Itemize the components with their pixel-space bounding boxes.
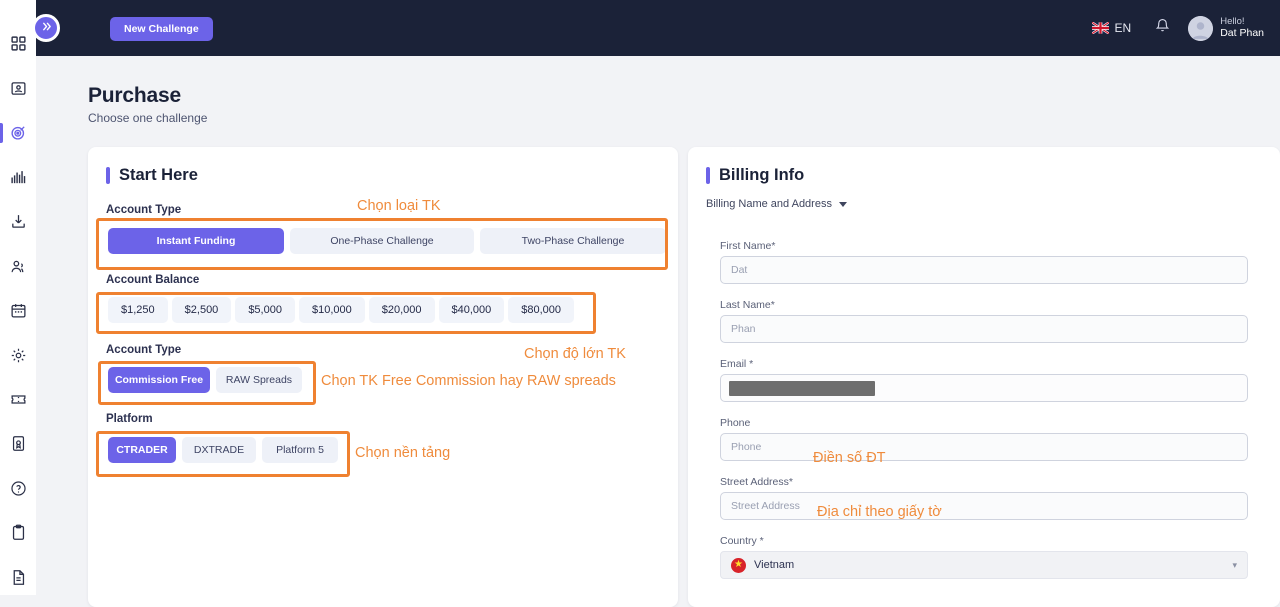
billing-info-title-text: Billing Info: [719, 166, 805, 184]
country-value: Vietnam: [754, 559, 795, 571]
commission-type-group: Commission Free RAW Spreads: [108, 367, 302, 393]
commission-type-label: Account Type: [106, 344, 182, 356]
account-type-label: Account Type: [106, 204, 182, 216]
sidebar-item-challenges[interactable]: [0, 115, 36, 150]
sidebar-rail: [0, 0, 36, 595]
billing-section-dropdown[interactable]: Billing Name and Address: [706, 198, 847, 210]
user-info: Hello! Dat Phan: [1220, 16, 1264, 41]
download-icon: [10, 213, 27, 230]
uk-flag-icon: [1091, 22, 1109, 34]
user-menu[interactable]: Hello! Dat Phan: [1184, 15, 1272, 41]
last-name-label: Last Name*: [720, 299, 775, 311]
top-navigation-bar: New Challenge EN Hello! Dat Phan: [36, 0, 1280, 56]
phone-input[interactable]: Phone: [720, 433, 1248, 461]
user-greeting: Hello!: [1220, 15, 1245, 27]
sidebar-item-account[interactable]: [0, 70, 36, 105]
start-here-card: Start Here Account Type Instant Funding …: [88, 147, 678, 607]
sidebar-item-settings[interactable]: [0, 337, 36, 372]
chevron-right-double-icon: [41, 21, 52, 35]
billing-info-title: Billing Info: [706, 166, 804, 185]
sidebar-item-clipboard[interactable]: [0, 515, 36, 550]
platform-label: Platform: [106, 413, 153, 425]
ticket-icon: [10, 391, 27, 408]
chevron-down-icon: [838, 201, 847, 207]
sidebar-item-certificates[interactable]: [0, 426, 36, 461]
raw-spreads-option[interactable]: RAW Spreads: [216, 367, 302, 393]
sidebar-item-dashboard[interactable]: [0, 26, 36, 61]
balance-option-1250[interactable]: $1,250: [108, 297, 168, 323]
new-challenge-button[interactable]: New Challenge: [110, 17, 213, 41]
billing-section-label: Billing Name and Address: [706, 198, 832, 210]
certificate-icon: [10, 435, 27, 452]
sidebar-item-statistics[interactable]: [0, 159, 36, 194]
email-input[interactable]: [720, 374, 1248, 402]
account-balance-group: $1,250 $2,500 $5,000 $10,000 $20,000 $40…: [108, 297, 575, 323]
balance-option-5000[interactable]: $5,000: [235, 297, 295, 323]
language-switcher[interactable]: EN: [1082, 21, 1142, 35]
document-icon: [10, 569, 27, 586]
page-header: Purchase Choose one challenge: [88, 84, 207, 125]
street-address-label: Street Address*: [720, 476, 793, 488]
sidebar-item-affiliates[interactable]: [0, 248, 36, 283]
bell-icon: [1155, 18, 1170, 38]
question-circle-icon: [10, 480, 27, 497]
platform-ctrader[interactable]: CTRADER: [108, 437, 176, 463]
title-accent-bar: [106, 167, 110, 184]
avatar: [1188, 15, 1214, 41]
account-balance-label: Account Balance: [106, 274, 200, 286]
sidebar-item-withdraw[interactable]: [0, 204, 36, 239]
balance-option-10000[interactable]: $10,000: [298, 297, 365, 323]
target-icon: [10, 124, 27, 141]
sidebar-item-coupons[interactable]: [0, 382, 36, 417]
balance-option-20000[interactable]: $20,000: [368, 297, 435, 323]
platform-dxtrade[interactable]: DXTRADE: [182, 437, 256, 463]
phone-label: Phone: [720, 417, 751, 429]
calendar-icon: [10, 302, 27, 319]
sidebar-item-calendar[interactable]: [0, 293, 36, 328]
id-card-icon: [10, 80, 27, 97]
billing-info-card: Billing Info Billing Name and Address Fi…: [688, 147, 1280, 607]
commission-free-option[interactable]: Commission Free: [108, 367, 210, 393]
page-title: Purchase: [88, 84, 181, 107]
nav-right-cluster: EN Hello! Dat Phan: [1082, 0, 1272, 56]
title-accent-bar: [706, 167, 710, 184]
account-type-one-phase[interactable]: One-Phase Challenge: [290, 228, 474, 254]
platform-group: CTRADER DXTRADE Platform 5: [108, 437, 338, 463]
grid-icon: [10, 35, 27, 52]
page-subtitle: Choose one challenge: [88, 111, 208, 125]
balance-option-80000[interactable]: $80,000: [508, 297, 575, 323]
sidebar-item-documents[interactable]: [0, 560, 36, 595]
start-here-title-text: Start Here: [119, 166, 198, 184]
select-stepper-icon: ▾: [1232, 559, 1237, 570]
language-label: EN: [1114, 21, 1132, 35]
first-name-input[interactable]: Dat: [720, 256, 1248, 284]
sidebar-collapse-toggle[interactable]: [32, 14, 60, 42]
bar-chart-icon: [10, 169, 27, 186]
first-name-label: First Name*: [720, 240, 776, 252]
balance-option-2500[interactable]: $2,500: [171, 297, 232, 323]
user-name: Dat Phan: [1220, 27, 1264, 40]
vietnam-flag-icon: ★: [731, 557, 746, 573]
country-select[interactable]: ★ Vietnam ▾: [720, 551, 1248, 579]
users-icon: [10, 258, 27, 275]
gear-icon: [10, 347, 27, 364]
street-address-input[interactable]: Street Address: [720, 492, 1248, 520]
account-type-two-phase[interactable]: Two-Phase Challenge: [480, 228, 666, 254]
account-type-group: Instant Funding One-Phase Challenge Two-…: [108, 228, 666, 254]
email-label: Email *: [720, 358, 754, 370]
email-redaction-bar: [729, 381, 875, 396]
platform-platform5[interactable]: Platform 5: [262, 437, 338, 463]
sidebar-item-help[interactable]: [0, 471, 36, 506]
clipboard-icon: [10, 524, 27, 541]
balance-option-40000[interactable]: $40,000: [438, 297, 505, 323]
notifications-button[interactable]: [1141, 18, 1184, 38]
last-name-input[interactable]: Phan: [720, 315, 1248, 343]
account-type-instant-funding[interactable]: Instant Funding: [108, 228, 284, 254]
start-here-title: Start Here: [106, 166, 198, 185]
country-label: Country *: [720, 535, 764, 547]
page-content: Purchase Choose one challenge Start Here…: [36, 56, 1280, 607]
